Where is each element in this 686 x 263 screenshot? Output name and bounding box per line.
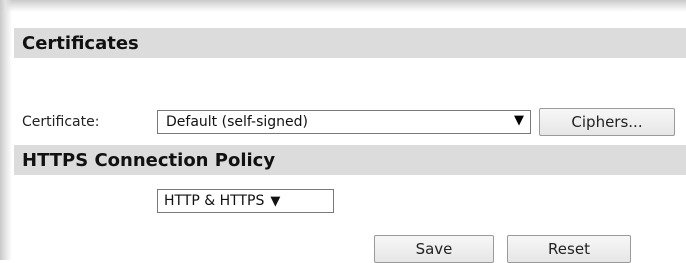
reset-button[interactable]: Reset [507, 235, 631, 263]
https-policy-select[interactable]: HTTP & HTTPS ▼ [157, 189, 334, 213]
https-policy-select-value: HTTP & HTTPS [164, 193, 265, 209]
certificate-select[interactable]: Default (self-signed) ▼ [157, 110, 531, 134]
shadow-top-edge [0, 0, 686, 12]
certificate-select-value: Default (self-signed) [166, 114, 308, 130]
settings-panel: Certificates Certificate: Default (self-… [14, 14, 686, 263]
certificate-label: Certificate: [22, 114, 100, 130]
ciphers-button[interactable]: Ciphers... [539, 108, 675, 136]
chevron-down-icon: ▼ [270, 193, 281, 209]
https-policy-header-title: HTTPS Connection Policy [22, 149, 276, 171]
save-button[interactable]: Save [374, 235, 494, 263]
https-policy-header: HTTPS Connection Policy [14, 145, 686, 175]
certificates-header-title: Certificates [22, 32, 139, 54]
certificates-header: Certificates [14, 28, 686, 58]
save-button-label: Save [415, 240, 453, 258]
settings-window: Certificates Certificate: Default (self-… [0, 0, 686, 263]
shadow-left-edge [0, 0, 12, 260]
chevron-down-icon: ▼ [514, 113, 524, 128]
ciphers-button-label: Ciphers... [571, 113, 643, 131]
reset-button-label: Reset [548, 240, 590, 258]
